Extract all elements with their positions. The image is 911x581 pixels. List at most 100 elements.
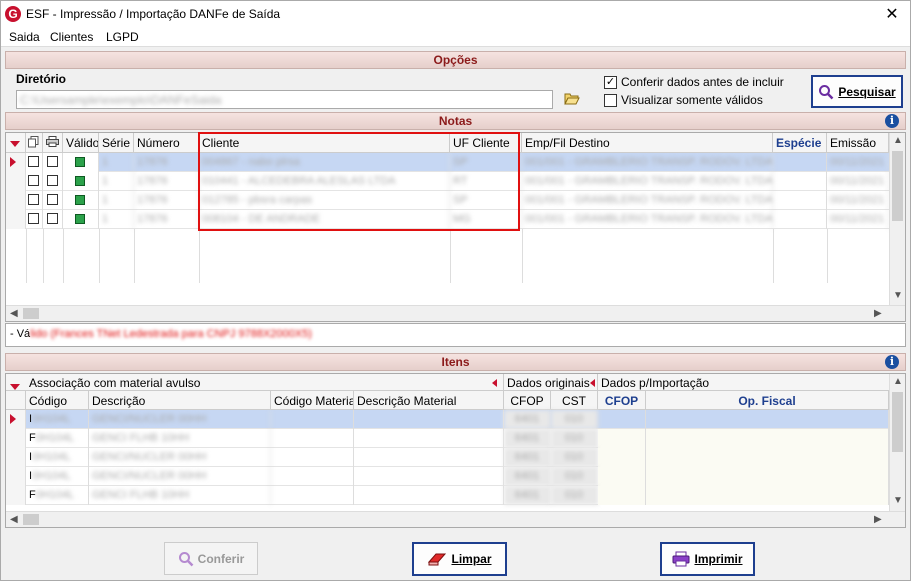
cfop-importacao-cell[interactable]: [598, 486, 646, 505]
cfop-importacao-cell[interactable]: [598, 448, 646, 467]
print-checkbox[interactable]: [47, 156, 58, 167]
codigo-material-cell[interactable]: [271, 410, 354, 429]
notas-vertical-scrollbar[interactable]: ▲ ▼: [889, 133, 905, 305]
item-row[interactable]: F0H104L GENCI FLHB 10HH 6401 010: [6, 486, 905, 505]
cfop-importacao-cell[interactable]: [598, 429, 646, 448]
pesquisar-button[interactable]: Pesquisar: [811, 75, 903, 108]
codigo-material-cell[interactable]: [271, 486, 354, 505]
scroll-thumb[interactable]: [892, 392, 903, 452]
print-checkbox[interactable]: [47, 213, 58, 224]
scroll-right-icon[interactable]: ▶: [874, 514, 882, 525]
scroll-thumb[interactable]: [23, 514, 39, 525]
op-fiscal-cell[interactable]: [646, 429, 889, 448]
op-fiscal-cell[interactable]: [646, 410, 889, 429]
scroll-down-icon[interactable]: ▼: [893, 290, 903, 301]
op-fiscal-cell[interactable]: [646, 467, 889, 486]
close-icon[interactable]: ✕: [882, 4, 902, 24]
descricao-material-column-header[interactable]: Descrição Material: [354, 391, 504, 410]
op-fiscal-cell[interactable]: [646, 448, 889, 467]
cfop-original-column-header[interactable]: CFOP: [504, 391, 551, 410]
cfop-importacao-column-header[interactable]: CFOP: [598, 391, 646, 410]
copy-checkbox[interactable]: [28, 213, 39, 224]
emissao-cell: 00/11/2021: [827, 191, 889, 210]
descricao-cell: GENCI/NUCLER 00HH: [89, 467, 271, 486]
op-fiscal-column-header[interactable]: Op. Fiscal: [646, 391, 889, 410]
notas-info-icon[interactable]: i: [885, 114, 899, 128]
copy-checkbox[interactable]: [28, 156, 39, 167]
visualizar-validos-checkbox[interactable]: [604, 94, 617, 107]
emp-fil-cell: 001/001 - GRAMBLERIO TRANSP. RODOV. LTDA: [522, 191, 773, 210]
current-row-arrow-icon: [10, 157, 16, 167]
menu-clientes[interactable]: Clientes: [50, 30, 93, 44]
folder-open-icon[interactable]: [564, 92, 580, 106]
codigo-cell-rest: 0H104L: [32, 470, 71, 482]
conferir-dados-checkbox[interactable]: ✓: [604, 76, 617, 89]
item-row[interactable]: I0H104L GENCI/NUCLER 00HH 6401 010: [6, 467, 905, 486]
sort-arrow-icon: [10, 141, 20, 147]
menu-lgpd[interactable]: LGPD: [106, 30, 139, 44]
emissao-cell: 00/11/2021: [827, 172, 889, 191]
item-row[interactable]: I0H104L GENCI/NUCLER 00HH 6401 010: [6, 410, 905, 429]
descricao-material-cell: [354, 467, 504, 486]
conferir-button[interactable]: Conferir: [164, 542, 258, 575]
valido-column-header[interactable]: Válido: [63, 133, 99, 153]
limpar-button[interactable]: Limpar: [412, 542, 507, 576]
cst-cell: 010: [551, 486, 598, 505]
scroll-up-icon[interactable]: ▲: [893, 135, 903, 146]
codigo-material-cell[interactable]: [271, 429, 354, 448]
printer-icon: [672, 551, 690, 567]
menu-saida[interactable]: Saida: [9, 30, 40, 44]
row-indicator-header[interactable]: [6, 133, 26, 153]
imprimir-button[interactable]: Imprimir: [660, 542, 755, 576]
collapse-left-icon[interactable]: [590, 379, 595, 387]
print-column-header[interactable]: [43, 133, 63, 153]
group-dados-originais-label: Dados originais: [507, 376, 590, 390]
codigo-material-cell[interactable]: [271, 448, 354, 467]
cfop-cell: 6401: [504, 467, 551, 486]
scroll-thumb[interactable]: [23, 308, 39, 319]
directory-input[interactable]: C:\Usersample\exemplo\DANFeSaida: [16, 90, 553, 109]
scroll-thumb[interactable]: [892, 151, 903, 221]
scroll-right-icon[interactable]: ▶: [874, 308, 882, 319]
sort-arrow-icon: [10, 384, 20, 390]
copy-column-header[interactable]: [26, 133, 43, 153]
descricao-material-cell: [354, 448, 504, 467]
copy-checkbox[interactable]: [28, 175, 39, 186]
numero-cell: 17876: [134, 172, 199, 191]
print-checkbox[interactable]: [47, 175, 58, 186]
itens-horizontal-scrollbar[interactable]: ◀ ▶: [6, 511, 905, 527]
op-fiscal-cell[interactable]: [646, 486, 889, 505]
visualizar-validos-label: Visualizar somente válidos: [621, 93, 763, 107]
codigo-column-header[interactable]: Código: [26, 391, 89, 410]
serie-column-header[interactable]: Série: [99, 133, 134, 153]
cfop-importacao-cell[interactable]: [598, 467, 646, 486]
codigo-material-column-header[interactable]: Código Material: [271, 391, 354, 410]
print-checkbox[interactable]: [47, 194, 58, 205]
collapse-left-icon[interactable]: [492, 379, 497, 387]
especie-column-header[interactable]: Espécie: [773, 133, 827, 153]
highlight-box: [198, 132, 520, 231]
title-bar: G ESF - Impressão / Importação DANFe de …: [1, 1, 910, 27]
emissao-column-header[interactable]: Emissão: [827, 133, 889, 153]
cfop-importacao-cell[interactable]: [598, 410, 646, 429]
itens-vertical-scrollbar[interactable]: ▲ ▼: [889, 374, 905, 511]
itens-info-icon[interactable]: i: [885, 355, 899, 369]
copy-icon: [28, 136, 39, 148]
notas-horizontal-scrollbar[interactable]: ◀ ▶: [6, 305, 905, 321]
item-row[interactable]: I0H104L GENCI/NUCLER 00HH 6401 010: [6, 448, 905, 467]
descricao-cell: GENCI/NUCLER 00HH: [89, 410, 271, 429]
serie-cell: 1: [99, 191, 134, 210]
item-row[interactable]: F0H104L GENCI FLHB 10HH 6401 010: [6, 429, 905, 448]
scroll-up-icon[interactable]: ▲: [893, 376, 903, 387]
cst-column-header[interactable]: CST: [551, 391, 598, 410]
scroll-left-icon[interactable]: ◀: [10, 308, 18, 319]
conferir-dados-label: Conferir dados antes de incluir: [621, 75, 784, 89]
emp-fil-destino-column-header[interactable]: Emp/Fil Destino: [522, 133, 773, 153]
descricao-column-header[interactable]: Descrição: [89, 391, 271, 410]
scroll-down-icon[interactable]: ▼: [893, 495, 903, 506]
scroll-left-icon[interactable]: ◀: [10, 514, 18, 525]
numero-column-header[interactable]: Número: [134, 133, 199, 153]
codigo-cell: F: [29, 489, 36, 501]
copy-checkbox[interactable]: [28, 194, 39, 205]
codigo-material-cell[interactable]: [271, 467, 354, 486]
